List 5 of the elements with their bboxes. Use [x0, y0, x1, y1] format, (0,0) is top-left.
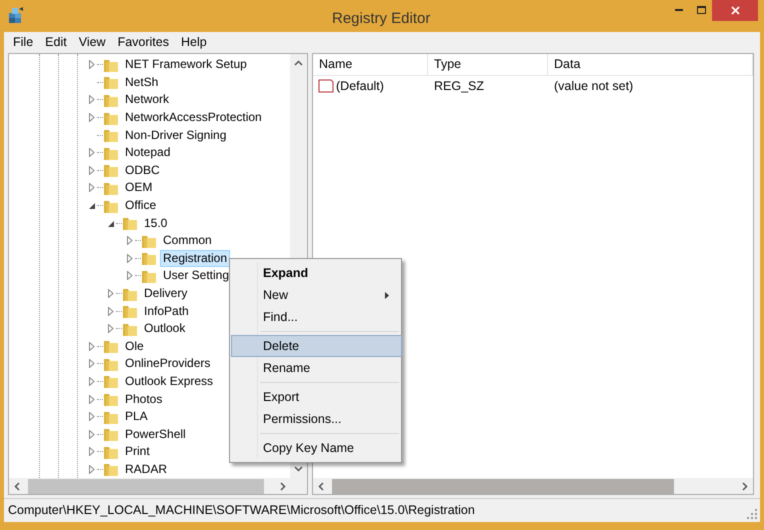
- value-name: (Default): [336, 78, 384, 95]
- status-bar-path: Computer\HKEY_LOCAL_MACHINE\SOFTWARE\Microsoft\Office\15.0\Registration: [8, 502, 475, 520]
- value-data: (value not set): [553, 78, 634, 95]
- window-title: Registry Editor: [332, 9, 430, 29]
- value-type: REG_SZ: [433, 78, 486, 95]
